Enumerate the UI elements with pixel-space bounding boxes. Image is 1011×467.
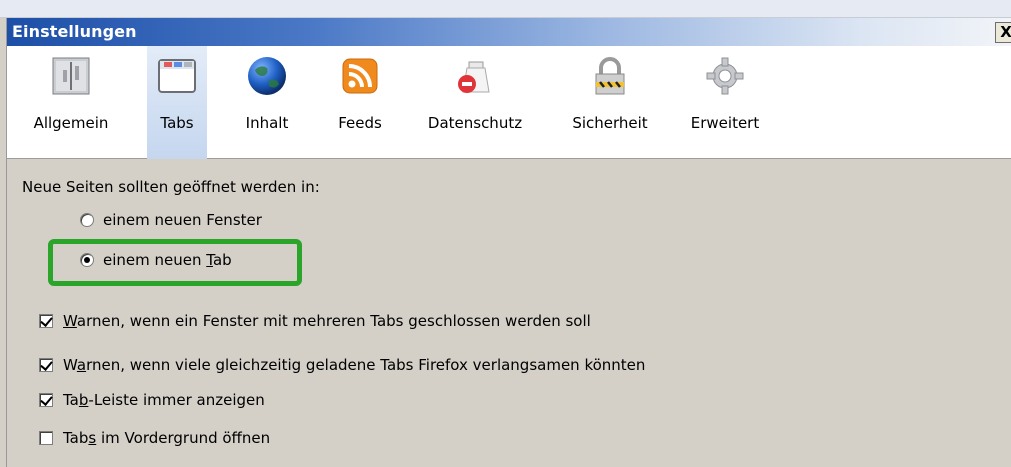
pane-label: Erweitert: [690, 114, 760, 132]
open-in-heading: Neue Seiten sollten geöffnet werden in:: [22, 178, 320, 196]
checkbox-show-tabbar-option[interactable]: Tab-Leiste immer anzeigen: [39, 391, 265, 409]
radio-new-window[interactable]: [80, 213, 94, 227]
padlock-icon: [595, 57, 625, 95]
checkbox-open-foreground-label: Tabs im Vordergrund öffnen: [63, 429, 271, 447]
pane-tabs-button[interactable]: Tabs: [147, 46, 207, 159]
checkbox-warn-close-label: Warnen, wenn ein Fenster mit mehreren Ta…: [63, 312, 591, 330]
radio-new-tab[interactable]: [80, 253, 94, 267]
pane-feeds-button[interactable]: Feeds: [329, 46, 391, 159]
title-bar[interactable]: Einstellungen X: [7, 18, 1011, 46]
pane-inhalt-button[interactable]: Inhalt: [229, 46, 305, 159]
preferences-toolbar: Allgemein Tabs Inhalt Feeds Datenschutz …: [7, 46, 1011, 159]
radio-new-window-label: einem neuen Fenster: [103, 211, 262, 229]
tabs-settings-panel: Neue Seiten sollten geöffnet werden in: …: [7, 159, 1011, 467]
checkbox-warn-slow-label: Warnen, wenn viele gleichzeitig geladene…: [63, 356, 646, 374]
pane-allgemein-button[interactable]: Allgemein: [21, 46, 121, 159]
pane-label: Inhalt: [245, 114, 289, 132]
pane-label: Allgemein: [33, 114, 109, 132]
pane-sicherheit-button[interactable]: Sicherheit: [563, 46, 657, 159]
checkbox-warn-close-option[interactable]: Warnen, wenn ein Fenster mit mehreren Ta…: [39, 312, 591, 330]
preferences-dialog: Einstellungen X Allgemein Tabs Inhalt Fe…: [6, 18, 1011, 467]
pane-erweitert-button[interactable]: Erweitert: [682, 46, 768, 159]
checkbox-show-tabbar-label: Tab-Leiste immer anzeigen: [63, 391, 265, 409]
checkbox-show-tabbar[interactable]: [39, 393, 53, 407]
checkbox-warn-slow[interactable]: [39, 358, 53, 372]
radio-new-tab-option[interactable]: einem neuen Tab: [80, 251, 232, 269]
pane-label: Datenschutz: [427, 114, 523, 132]
rss-feed-icon: [342, 58, 378, 94]
pane-label: Feeds: [338, 114, 382, 132]
gear-icon: [706, 57, 744, 95]
radio-new-tab-label: einem neuen Tab: [103, 251, 232, 269]
pane-label: Tabs: [160, 114, 194, 132]
close-button[interactable]: X: [995, 22, 1011, 43]
privacy-icon: [458, 61, 490, 93]
tabs-window-icon: [158, 59, 196, 93]
radio-new-window-option[interactable]: einem neuen Fenster: [80, 211, 262, 229]
checkbox-warn-slow-option[interactable]: Warnen, wenn viele gleichzeitig geladene…: [39, 356, 645, 374]
background-strip: [0, 0, 1011, 18]
window-title: Einstellungen: [12, 22, 137, 41]
checkbox-open-foreground[interactable]: [39, 431, 53, 445]
pane-datenschutz-button[interactable]: Datenschutz: [417, 46, 533, 159]
checkbox-open-foreground-option[interactable]: Tabs im Vordergrund öffnen: [39, 429, 270, 447]
pane-label: Sicherheit: [572, 114, 648, 132]
general-switch-icon: [52, 57, 90, 95]
checkbox-warn-close[interactable]: [39, 314, 53, 328]
globe-icon: [248, 57, 286, 95]
